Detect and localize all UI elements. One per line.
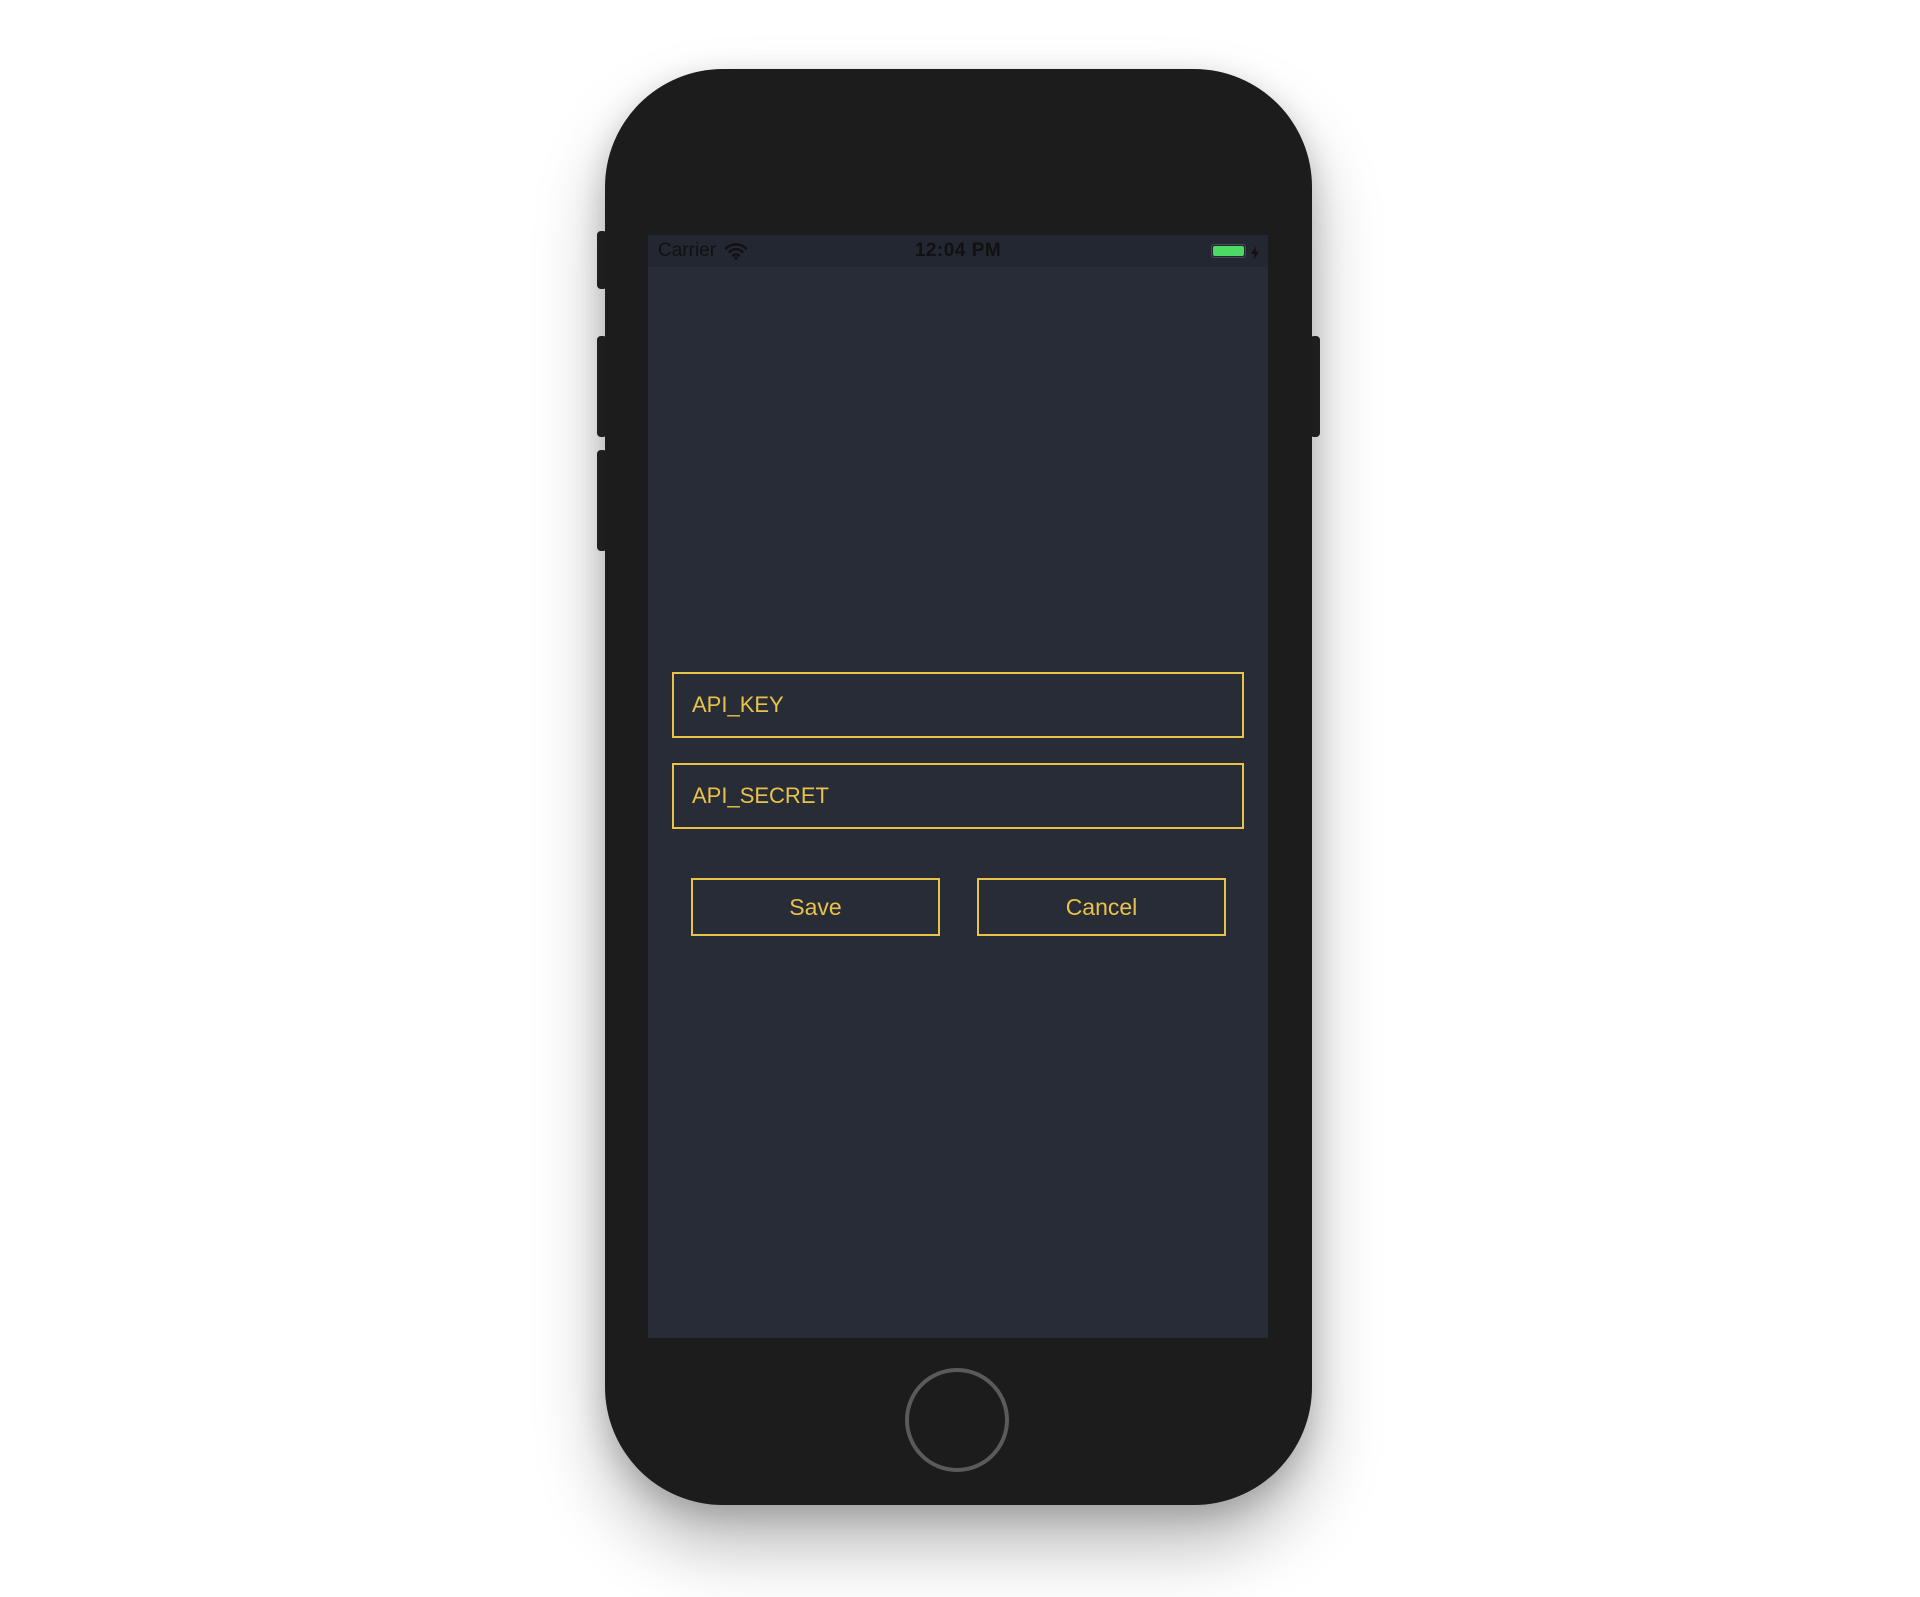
bolt-icon bbox=[1250, 244, 1260, 260]
api-secret-field[interactable]: API_SECRET bbox=[672, 763, 1244, 829]
battery-icon bbox=[1211, 244, 1246, 258]
simulator-stage: Carrier 12:04 PM API_KEY API_SECRET Save… bbox=[0, 0, 1920, 1597]
api-secret-placeholder: API_SECRET bbox=[692, 783, 829, 808]
save-button-label: Save bbox=[789, 893, 842, 920]
status-bar: Carrier 12:04 PM bbox=[648, 235, 1268, 267]
cancel-button-label: Cancel bbox=[1065, 893, 1138, 920]
cancel-button[interactable]: Cancel bbox=[977, 878, 1226, 936]
save-button[interactable]: Save bbox=[691, 878, 940, 936]
home-button[interactable] bbox=[905, 1368, 1009, 1472]
status-time: 12:04 PM bbox=[914, 240, 1002, 261]
battery-level bbox=[1213, 246, 1244, 256]
battery-indicator bbox=[1211, 244, 1260, 260]
api-key-placeholder: API_KEY bbox=[692, 692, 784, 717]
api-key-field[interactable]: API_KEY bbox=[672, 672, 1244, 738]
app-screen: Carrier 12:04 PM API_KEY API_SECRET Save… bbox=[648, 235, 1268, 1338]
